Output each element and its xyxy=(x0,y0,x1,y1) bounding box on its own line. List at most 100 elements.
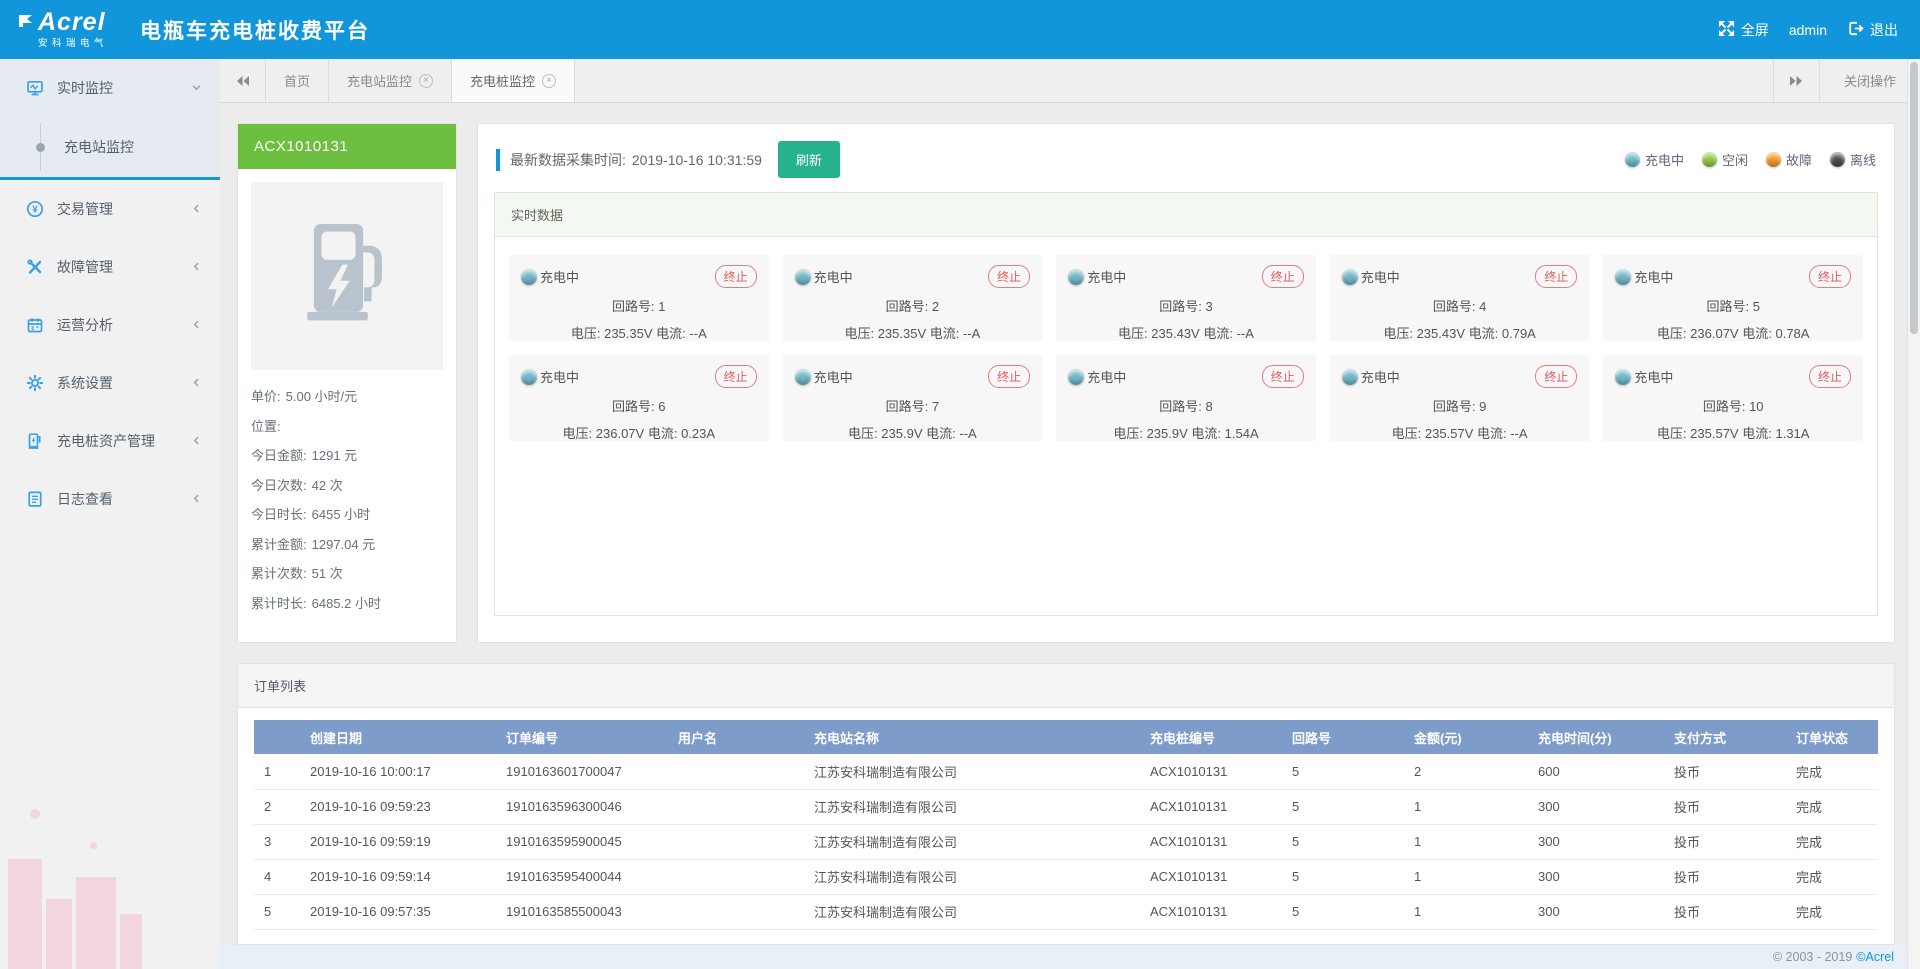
sidebar-item-asset-management[interactable]: 充电桩资产管理 xyxy=(0,412,220,470)
col-circuit: 回路号 xyxy=(1282,720,1404,754)
header-actions: 全屏 admin 退出 xyxy=(1718,0,1898,59)
circuit-number: 回路号: 6 xyxy=(521,396,757,415)
order-row[interactable]: 32019-10-16 09:59:191910163595900045江苏安科… xyxy=(254,824,1878,859)
order-row[interactable]: 42019-10-16 09:59:141910163595400044江苏安科… xyxy=(254,859,1878,894)
col-created: 创建日期 xyxy=(300,720,496,754)
collect-time: 最新数据采集时间:2019-10-16 10:31:59 xyxy=(510,150,762,170)
terminate-button[interactable]: 终止 xyxy=(715,265,757,288)
col-order-no: 订单编号 xyxy=(496,720,668,754)
charging-status-icon xyxy=(521,269,537,285)
tab-close-icon[interactable]: × xyxy=(419,74,433,88)
order-row[interactable]: 52019-10-16 09:57:351910163585500043江苏安科… xyxy=(254,894,1878,929)
pile-stats: 单价:5.00 小时/元 位置: 今日金额:1291 元 今日次数:42 次 今… xyxy=(251,382,443,618)
col-index xyxy=(254,720,300,754)
terminate-button[interactable]: 终止 xyxy=(715,365,757,388)
channel-status: 充电中 xyxy=(1361,367,1400,386)
monitor-icon xyxy=(26,79,44,97)
col-payment: 支付方式 xyxy=(1664,720,1786,754)
sidebar-subitem-label: 充电站监控 xyxy=(64,137,134,157)
tabs-scroll-left-button[interactable] xyxy=(220,59,266,102)
terminate-button[interactable]: 终止 xyxy=(1809,265,1851,288)
sidebar-item-label: 实时监控 xyxy=(57,78,191,98)
logout-button[interactable]: 退出 xyxy=(1847,20,1898,40)
page-scrollbar[interactable] xyxy=(1907,59,1920,969)
realtime-data-title: 实时数据 xyxy=(495,193,1877,237)
scrollbar-thumb[interactable] xyxy=(1910,62,1918,334)
circuit-number: 回路号: 7 xyxy=(795,396,1031,415)
charging-status-icon xyxy=(1342,369,1358,385)
order-row[interactable]: 12019-10-16 10:00:171910163601700047江苏安科… xyxy=(254,754,1878,789)
terminate-button[interactable]: 终止 xyxy=(1535,265,1577,288)
orders-table: 创建日期 订单编号 用户名 充电站名称 充电桩编号 回路号 金额(元) 充电时间… xyxy=(254,720,1878,930)
username: admin xyxy=(1789,22,1827,38)
brand-link[interactable]: ©Acrel xyxy=(1856,950,1894,964)
refresh-button[interactable]: 刷新 xyxy=(778,141,840,178)
copyright-text: © 2003 - 2019 xyxy=(1773,950,1852,964)
fullscreen-button[interactable]: 全屏 xyxy=(1718,20,1769,40)
tab-home[interactable]: 首页 xyxy=(266,59,329,102)
tab-close-icon[interactable]: × xyxy=(542,74,556,88)
channel-metrics: 电压: 236.07V 电流: 0.78A xyxy=(1615,323,1851,342)
terminate-button[interactable]: 终止 xyxy=(1262,365,1304,388)
terminate-button[interactable]: 终止 xyxy=(1535,365,1577,388)
sidebar-item-label: 系统设置 xyxy=(57,373,191,393)
sidebar-item-realtime-monitor[interactable]: 实时监控 xyxy=(0,59,220,117)
calendar-icon xyxy=(26,316,44,334)
log-icon xyxy=(26,490,44,508)
terminate-button[interactable]: 终止 xyxy=(988,365,1030,388)
tab-label: 充电站监控 xyxy=(347,71,412,90)
order-row[interactable]: 22019-10-16 09:59:231910163596300046江苏安科… xyxy=(254,789,1878,824)
sidebar-item-label: 日志查看 xyxy=(57,489,191,509)
channel-status: 充电中 xyxy=(1087,267,1126,286)
sidebar-item-logs[interactable]: 日志查看 xyxy=(0,470,220,528)
sidebar-item-analytics[interactable]: 运营分析 xyxy=(0,296,220,354)
tools-icon xyxy=(26,258,44,276)
circuit-number: 回路号: 8 xyxy=(1068,396,1304,415)
charging-status-icon xyxy=(1068,269,1084,285)
monitor-panel: 最新数据采集时间:2019-10-16 10:31:59 刷新 充电中 空闲 故… xyxy=(477,123,1895,643)
page-title: 电瓶车充电桩收费平台 xyxy=(140,15,370,45)
terminate-button[interactable]: 终止 xyxy=(1809,365,1851,388)
charging-status-icon xyxy=(795,369,811,385)
charging-status-icon xyxy=(1068,369,1084,385)
sidebar-decoration xyxy=(0,779,220,969)
channel-status: 充电中 xyxy=(814,267,853,286)
sidebar-item-label: 交易管理 xyxy=(57,199,191,219)
chevron-left-icon xyxy=(191,433,202,449)
app-header: Acrel 安科瑞电气 电瓶车充电桩收费平台 全屏 admin xyxy=(0,0,1920,59)
channel-status: 充电中 xyxy=(1361,267,1400,286)
circuit-number: 回路号: 3 xyxy=(1068,296,1304,315)
charging-status-icon xyxy=(1625,152,1640,167)
channel-metrics: 电压: 235.43V 电流: --A xyxy=(1068,323,1304,342)
stat-total-duration: 累计时长:6485.2 小时 xyxy=(251,589,443,619)
circuit-number: 回路号: 10 xyxy=(1615,396,1851,415)
tabs-scroll-right-button[interactable] xyxy=(1773,59,1819,102)
tab-pile-monitor[interactable]: 充电桩监控 × xyxy=(452,59,575,102)
circuit-number: 回路号: 9 xyxy=(1342,396,1578,415)
sidebar-item-settings[interactable]: 系统设置 xyxy=(0,354,220,412)
channel-grid: 充电中终止 回路号: 1 电压: 235.35V 电流: --A 充电中终止 回… xyxy=(495,237,1877,459)
terminate-button[interactable]: 终止 xyxy=(1262,265,1304,288)
footer: © 2003 - 2019 ©Acrel xyxy=(220,945,1920,969)
chevron-left-icon xyxy=(191,375,202,391)
realtime-data-section: 实时数据 充电中终止 回路号: 1 电压: 235.35V 电流: --A 充电… xyxy=(494,192,1878,616)
sidebar-item-label: 运营分析 xyxy=(57,315,191,335)
close-operations-button[interactable]: 关闭操作 xyxy=(1819,59,1920,102)
stat-location: 位置: xyxy=(251,412,443,442)
sidebar-item-transactions[interactable]: ¥ 交易管理 xyxy=(0,180,220,238)
terminate-button[interactable]: 终止 xyxy=(988,265,1030,288)
user-menu[interactable]: admin xyxy=(1789,22,1827,38)
channel-card-6: 充电中终止 回路号: 6 电压: 236.07V 电流: 0.23A xyxy=(509,355,769,441)
circuit-number: 回路号: 4 xyxy=(1342,296,1578,315)
channel-card-3: 充电中 终止 回路号: 3 电压: 235.43V 电流: --A xyxy=(1056,255,1316,341)
tab-station-monitor[interactable]: 充电站监控 × xyxy=(329,59,452,102)
chevron-left-icon xyxy=(191,201,202,217)
channel-status: 充电中 xyxy=(814,367,853,386)
channel-card-9: 充电中 终止 回路号: 9 电压: 235.57V 电流: --A xyxy=(1330,355,1590,441)
channel-metrics: 电压: 236.07V 电流: 0.23A xyxy=(521,423,757,442)
orders-title: 订单列表 xyxy=(238,664,1894,708)
sidebar-item-faults[interactable]: 故障管理 xyxy=(0,238,220,296)
sidebar-item-station-monitor[interactable]: 充电站监控 xyxy=(0,117,220,177)
logout-label: 退出 xyxy=(1870,20,1898,40)
channel-metrics: 电压: 235.57V 电流: --A xyxy=(1342,423,1578,442)
